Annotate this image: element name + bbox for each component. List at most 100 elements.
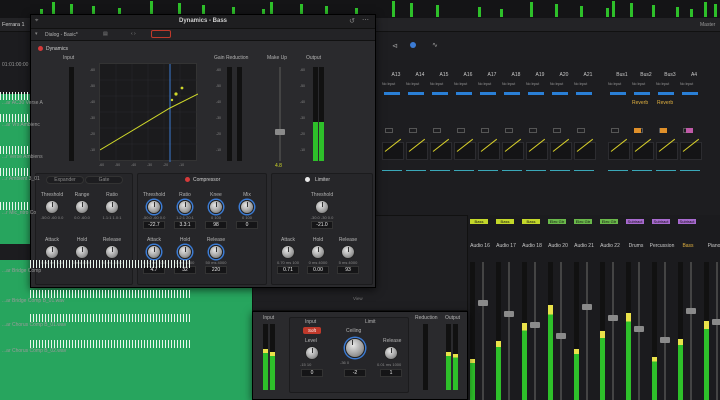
limiter-release-value[interactable]: 93 [337,266,359,274]
mixer-fader[interactable] [478,300,488,306]
mixer-fader[interactable] [608,315,618,321]
expander-range-knob[interactable] [75,200,89,214]
channel-input[interactable]: No Input [430,82,443,86]
compressor-ratio-value[interactable]: 3.3:1 [174,221,196,229]
track-color-chip[interactable]: Bass [522,219,540,224]
mixer-fader[interactable] [530,322,540,328]
channel-button[interactable] [481,128,489,133]
compressor-enable-led[interactable] [185,177,190,182]
channel-button[interactable] [529,128,537,133]
channel-fx-icon[interactable] [552,92,568,95]
channel-input[interactable]: No Input [526,82,539,86]
channel-fx-icon[interactable] [504,92,520,95]
limiter-hold-knob[interactable] [311,245,325,259]
compressor-mix-knob[interactable] [240,200,254,214]
channel-fx-icon[interactable] [576,92,592,95]
channel-eq-curve[interactable] [680,142,702,160]
channel-eq-curve[interactable] [656,142,678,160]
bus-button[interactable] [634,128,641,133]
channel-eq-curve[interactable] [574,142,596,160]
loop-icon[interactable] [410,42,416,48]
channel-fx-icon[interactable] [610,92,626,95]
limiter-threshold-knob[interactable] [315,200,329,214]
makeup-fader[interactable] [275,129,285,135]
timeline-title[interactable]: Ferrara 1 [2,22,25,28]
expander-ratio-knob[interactable] [105,200,119,214]
channel-input[interactable]: No Input [574,82,587,86]
channel-input[interactable]: No Input [382,82,395,86]
channel-fx-icon[interactable] [480,92,496,95]
channel-input[interactable]: No Input [502,82,515,86]
channel-eq-curve[interactable] [526,142,548,160]
mixer-fader[interactable] [660,337,670,343]
bus-button[interactable] [660,128,667,133]
speaker-icon[interactable]: ⊲ [392,42,398,50]
channel-input[interactable]: No Input [632,82,645,86]
track-color-chip[interactable]: Subtract [626,219,644,224]
ab-toggle[interactable] [151,30,171,38]
channel-fx-icon[interactable] [682,92,698,95]
channel-button[interactable] [553,128,561,133]
compressor-release-value[interactable]: 220 [205,266,227,274]
ceiling-knob[interactable] [345,338,365,358]
channel-input[interactable]: No Input [478,82,491,86]
limiter-threshold-value[interactable]: -21.0 [311,221,333,229]
preset-name[interactable]: Dialog - Basic* [45,32,78,38]
channel-fx-icon[interactable] [432,92,448,95]
limiter-attack-knob[interactable] [281,245,295,259]
mixer-fader[interactable] [582,304,592,310]
preset-menu-icon[interactable]: ▤ [103,31,108,37]
track-color-chip[interactable]: Bass [496,219,514,224]
compressor-knee-knob[interactable] [209,200,223,214]
channel-eq-curve[interactable] [550,142,572,160]
channel-input[interactable]: No Input [656,82,669,86]
channel-input[interactable]: No Input [406,82,419,86]
channel-fx-icon[interactable] [634,92,650,95]
bus-button[interactable] [686,128,693,133]
compressor-threshold-value[interactable]: -22.7 [143,221,165,229]
expander-attack-knob[interactable] [45,245,59,259]
track-color-chip[interactable]: Elec Gtr [574,219,592,224]
reset-icon[interactable]: ↺ [349,17,355,25]
compressor-ratio-knob[interactable] [178,200,192,214]
mixer-fader[interactable] [504,311,514,317]
channel-input[interactable]: No Input [608,82,621,86]
level-knob[interactable] [305,346,319,360]
expander-button[interactable]: Expander [46,176,84,184]
expander-hold-knob[interactable] [75,245,89,259]
soft-clip-button[interactable]: Soft [303,327,321,334]
track-color-chip[interactable]: Elec Gtr [600,219,618,224]
mixer-fader[interactable] [686,308,696,314]
channel-eq-curve[interactable] [632,142,654,160]
channel-button[interactable] [505,128,513,133]
compressor-release-knob[interactable] [209,245,223,259]
channel-eq-curve[interactable] [502,142,524,160]
channel-eq-curve[interactable] [430,142,452,160]
channel-eq-curve[interactable] [382,142,404,160]
expander-threshold-knob[interactable] [45,200,59,214]
preset-dropdown-icon[interactable]: ▾ [35,31,38,37]
makeup-value[interactable]: 4.8 [275,163,282,169]
level-value[interactable]: 0 [301,369,323,377]
channel-button[interactable] [433,128,441,133]
mixer-fader[interactable] [556,333,566,339]
channel-fx-icon[interactable] [456,92,472,95]
channel-eq-curve[interactable] [478,142,500,160]
expander-release-knob[interactable] [105,245,119,259]
channel-eq-curve[interactable] [406,142,428,160]
limiter-attack-value[interactable]: 0.71 [277,266,299,274]
channel-input[interactable]: No Input [680,82,693,86]
release-value[interactable]: 1 [380,369,402,377]
gate-button[interactable]: Gate [85,176,123,184]
channel-button[interactable] [577,128,585,133]
track-color-chip[interactable]: Subtract [652,219,670,224]
channel-fx-icon[interactable] [658,92,674,95]
compressor-knee-value[interactable]: 98 [205,221,227,229]
channel-fx-icon[interactable] [408,92,424,95]
mixer-fader[interactable] [712,319,720,325]
channel-fx-icon[interactable] [528,92,544,95]
more-icon[interactable]: ⋯ [362,16,369,24]
track-color-chip[interactable]: Subtract [678,219,696,224]
track-color-chip[interactable]: Bass [470,219,488,224]
compressor-attack-knob[interactable] [147,245,161,259]
